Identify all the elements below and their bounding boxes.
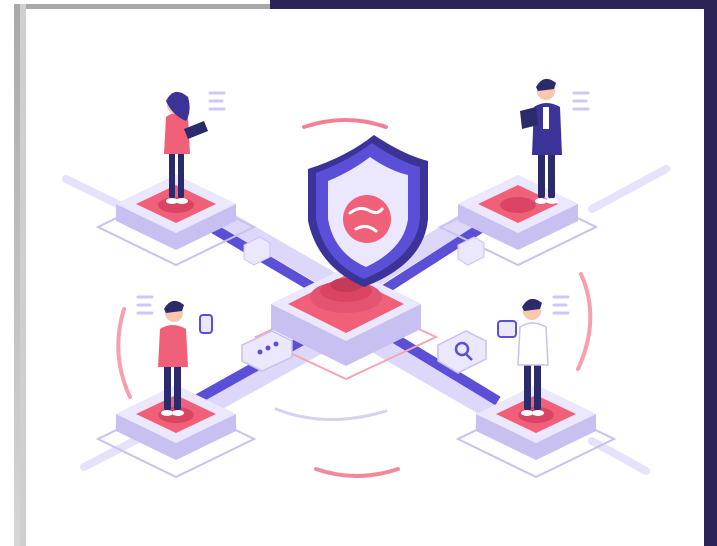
platform-top-left	[116, 175, 236, 250]
network-security-illustration	[62, 78, 670, 479]
globe-icon	[343, 195, 391, 243]
